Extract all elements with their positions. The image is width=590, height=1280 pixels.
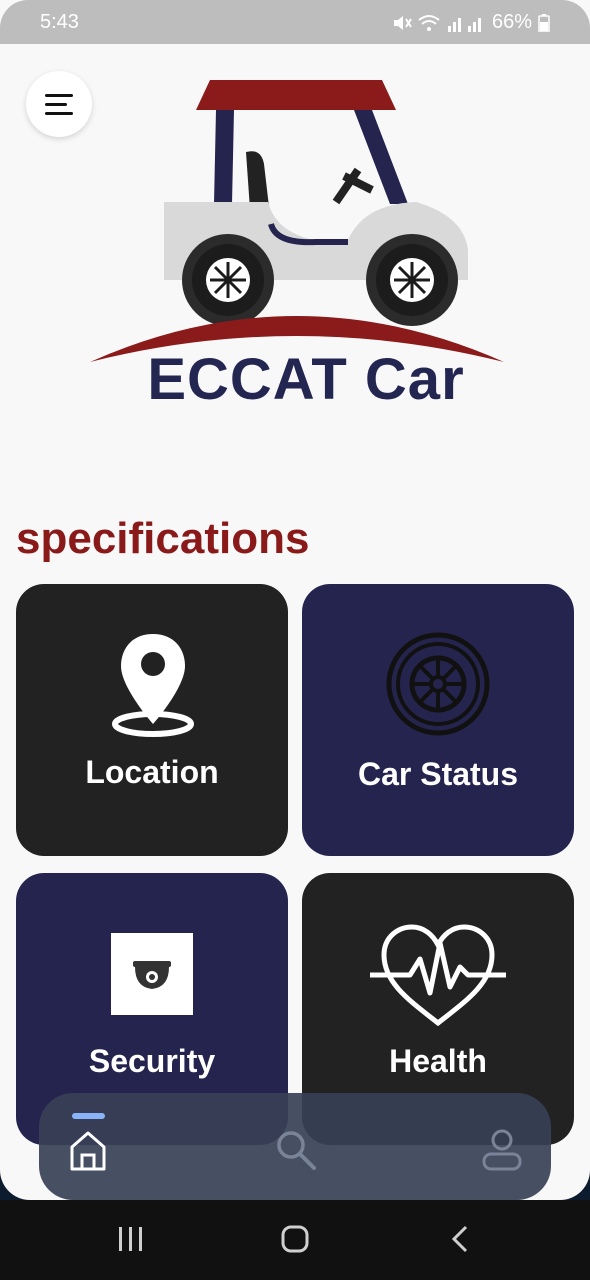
status-bar: 5:43 66% xyxy=(0,0,590,44)
nav-profile[interactable] xyxy=(481,1129,523,1176)
logo-text: ECCAT Car xyxy=(147,347,465,412)
golf-cart-icon xyxy=(90,80,504,362)
health-label: Health xyxy=(389,1043,487,1079)
active-tab-indicator xyxy=(72,1113,105,1119)
bottom-nav xyxy=(39,1093,551,1200)
mute-icon xyxy=(393,15,412,30)
nav-home[interactable] xyxy=(68,1129,108,1176)
status-time: 5:43 xyxy=(40,11,79,33)
signal-icon xyxy=(447,17,481,32)
menu-button[interactable] xyxy=(26,71,92,137)
battery-icon xyxy=(538,13,550,32)
back-icon[interactable] xyxy=(448,1224,472,1254)
status-icons: 66% xyxy=(392,11,550,34)
car-status-label: Car Status xyxy=(357,756,519,792)
security-camera-icon xyxy=(111,933,193,1015)
location-pin-icon xyxy=(112,634,194,737)
home-button-icon[interactable] xyxy=(280,1224,310,1254)
app-logo: ECCAT Car xyxy=(86,74,506,414)
wifi-icon xyxy=(418,14,440,31)
tire-icon xyxy=(386,632,490,736)
recent-apps-icon[interactable] xyxy=(116,1224,146,1254)
heartbeat-icon xyxy=(370,924,506,1027)
profile-icon xyxy=(482,1129,522,1171)
nav-search[interactable] xyxy=(275,1129,317,1176)
battery-percent: 66% xyxy=(491,11,532,33)
car-status-card[interactable]: Car Status xyxy=(302,584,574,856)
app-screen: 5:43 66% ECCAT Car specifications Locati… xyxy=(0,0,590,1200)
location-label: Location xyxy=(85,754,219,790)
home-icon xyxy=(70,1131,106,1171)
location-card[interactable]: Location xyxy=(16,584,288,856)
hamburger-icon xyxy=(45,94,73,115)
search-icon xyxy=(277,1131,316,1170)
system-nav-bar xyxy=(0,1200,590,1280)
security-label: Security xyxy=(88,1043,216,1079)
section-title: specifications xyxy=(16,514,310,563)
